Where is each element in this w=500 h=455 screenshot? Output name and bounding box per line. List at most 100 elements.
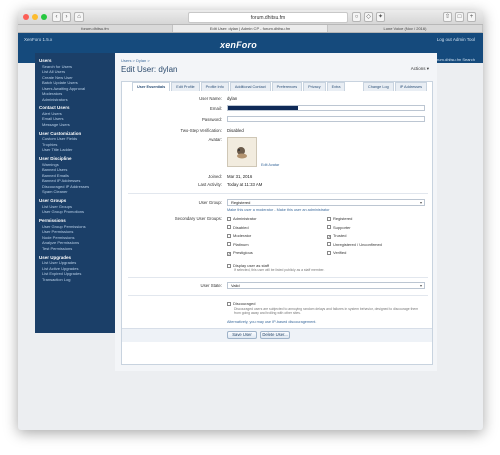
browser-titlebar: ‹ › ⌂ forum.dhitsu.fm ○ ◇ ✦ ⇧ □ + <box>18 10 483 25</box>
tab-user-essentials[interactable]: User Essentials <box>132 82 171 91</box>
tab-ip-addresses[interactable]: IP Addresses <box>394 82 427 91</box>
sidebar: Users Search for Users List All Users Creat… <box>35 53 115 333</box>
checkbox-icon <box>227 225 231 229</box>
two-step-label: Two-Step Verification: <box>180 128 222 133</box>
user-state-select[interactable]: Valid <box>227 282 425 289</box>
user-group-label: User Group: <box>198 200 222 205</box>
forward-icon[interactable]: › <box>62 12 71 22</box>
divider <box>128 193 428 194</box>
sidebar-item[interactable]: Transaction Log <box>35 277 115 282</box>
secondary-group-checkbox[interactable]: Supporter <box>327 225 351 230</box>
divider <box>128 295 428 296</box>
display-staff-note: If selected, this user will be listed pu… <box>234 268 325 272</box>
save-user-button[interactable]: Save User <box>227 331 257 339</box>
sidebar-section-title[interactable]: User Groups <box>35 195 115 204</box>
new-tab-icon[interactable]: + <box>467 12 476 22</box>
browser-tab-active[interactable]: Edit User: dylan | Admin CP - forum.dhit… <box>173 25 328 32</box>
tabs-overview-icon[interactable]: □ <box>455 12 464 22</box>
chevron-down-icon: ▾ <box>426 66 429 71</box>
user-group-select[interactable]: Registered <box>227 199 425 206</box>
sidebar-section-title[interactable]: User Discipline <box>35 153 115 162</box>
secondary-group-checkbox[interactable]: Verified <box>327 250 346 255</box>
secondary-group-checkbox[interactable]: ✓ Prestigious <box>227 250 253 256</box>
close-window-icon[interactable] <box>23 14 29 20</box>
ip-discouragement-link[interactable]: Alternatively, you may use IP-based disc… <box>227 320 316 324</box>
address-bar[interactable]: forum.dhitsu.fm <box>188 12 348 23</box>
secondary-group-checkbox[interactable]: ✓ Trusted <box>327 233 346 239</box>
share-icon[interactable]: ⇧ <box>443 12 452 22</box>
tab-change-log[interactable]: Change Log <box>362 82 394 91</box>
browser-tab[interactable]: forum.dhitsu.fm <box>18 25 173 32</box>
checkbox-icon <box>227 301 231 306</box>
back-icon[interactable]: ‹ <box>52 12 61 22</box>
xenforo-logo[interactable]: xenForo <box>220 40 257 50</box>
sidebar-section-title[interactable]: Permissions <box>35 215 115 224</box>
secondary-group-label: Verified <box>333 250 347 255</box>
secondary-group-label: Registered <box>333 216 353 221</box>
breadcrumb[interactable]: Users > Dylan > <box>121 58 150 63</box>
secondary-group-checkbox[interactable]: Registered <box>327 216 352 221</box>
secondary-group-label: Trusted <box>333 233 347 238</box>
shield-icon[interactable]: ◇ <box>364 12 373 22</box>
nav-search[interactable]: forum.dhitsu.fm Search <box>434 57 475 62</box>
user-name-value[interactable]: dylan <box>227 96 237 101</box>
actions-menu[interactable]: Actions ▾ <box>411 66 429 72</box>
page-title: Edit User: dylan <box>121 65 178 74</box>
email-label: Email: <box>210 106 222 111</box>
browser-tab-bar: forum.dhitsu.fm Edit User: dylan | Admin… <box>18 25 483 33</box>
tab-additional-contact[interactable]: Additional Contact <box>229 82 271 91</box>
edit-avatar-link[interactable]: Edit Avatar <box>261 163 279 167</box>
zoom-window-icon[interactable] <box>41 14 47 20</box>
discouraged-label: Discouraged <box>233 301 256 306</box>
secondary-group-checkbox[interactable]: Disabled <box>227 225 249 230</box>
tab-extra[interactable]: Extra <box>326 82 346 91</box>
secondary-group-label: Prestigious <box>233 250 253 255</box>
secondary-group-checkbox[interactable]: Moderator <box>227 233 251 238</box>
reader-icon[interactable]: ○ <box>352 12 361 22</box>
tab-privacy[interactable]: Privacy <box>303 82 326 91</box>
secondary-group-label: Administrator <box>233 216 257 221</box>
last-activity-value: Today at 11:33 AM <box>227 182 263 187</box>
discouraged-checkbox[interactable]: Discouraged <box>227 301 255 306</box>
delete-user-button[interactable]: Delete User... <box>260 331 290 339</box>
sidebar-section-title[interactable]: Users <box>35 55 115 64</box>
checkbox-icon <box>227 263 231 268</box>
secondary-group-label: Platinum <box>233 241 249 247</box>
minimize-window-icon[interactable] <box>32 14 38 20</box>
password-field[interactable] <box>227 116 425 122</box>
main-content: Users > Dylan > Edit User: dylan Actions… <box>115 53 437 371</box>
secondary-group-label: Unregistered / Unconfirmed <box>333 241 382 247</box>
discouraged-note: Discouraged users are subjected to annoy… <box>234 307 419 315</box>
checkbox-icon <box>327 216 331 221</box>
secondary-group-checkbox[interactable]: Platinum <box>227 242 249 247</box>
edit-user-form: User Essentials Edit Profile Profile Inf… <box>121 81 433 365</box>
brand-label[interactable]: XenForo 1.5.x <box>24 37 52 42</box>
extension-icon[interactable]: ✦ <box>376 12 385 22</box>
tab-edit-profile[interactable]: Edit Profile <box>171 82 200 91</box>
secondary-group-label: Supporter <box>333 224 351 230</box>
user-state-label: User State: <box>200 283 223 288</box>
tab-profile-info[interactable]: Profile Info <box>200 82 229 91</box>
browser-tab[interactable]: Lone Voice (Nov / 2016) <box>328 25 483 32</box>
user-group-links[interactable]: Make this user a moderator - Make this u… <box>227 208 330 212</box>
checkbox-icon <box>227 242 231 246</box>
checkbox-checked-icon: ✓ <box>327 234 331 239</box>
email-redacted-block <box>228 106 298 110</box>
secondary-group-checkbox[interactable]: Unregistered / Unconfirmed <box>327 242 382 247</box>
two-step-value: Disabled <box>227 128 244 133</box>
avatar-label: Avatar: <box>208 137 222 142</box>
actions-label: Actions <box>410 66 426 71</box>
checkbox-icon <box>227 233 231 238</box>
user-links[interactable]: Log out Admin Tool <box>437 37 475 42</box>
secondary-group-label: Moderator <box>233 233 252 238</box>
secondary-groups-label: Secondary User Groups: <box>174 216 222 221</box>
checkbox-checked-icon: ✓ <box>227 251 231 256</box>
password-label: Password: <box>201 117 222 122</box>
tab-preferences[interactable]: Preferences <box>271 82 303 91</box>
avatar[interactable] <box>227 137 257 167</box>
secondary-group-checkbox[interactable]: Administrator <box>227 216 257 221</box>
checkbox-icon <box>327 242 331 246</box>
email-field[interactable] <box>227 105 425 111</box>
checkbox-icon <box>327 250 331 255</box>
home-icon[interactable]: ⌂ <box>74 12 84 22</box>
